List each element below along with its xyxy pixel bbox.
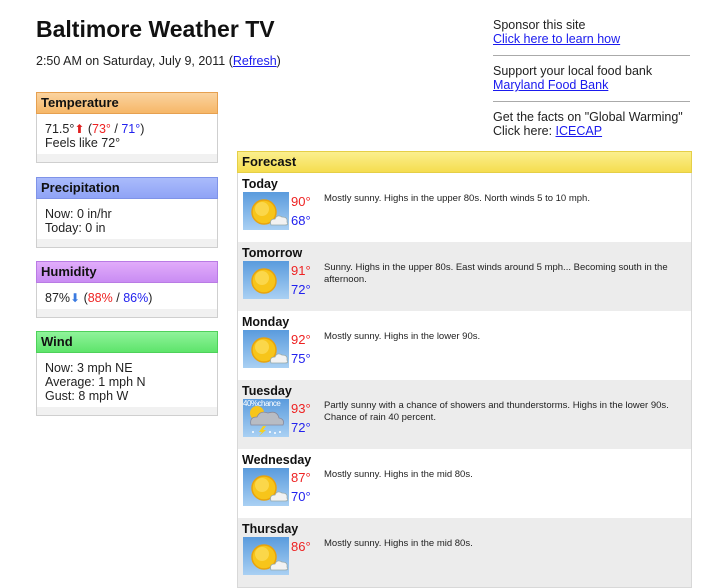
rain-chance-label: 40%chance: [243, 399, 281, 408]
divider: [493, 101, 690, 102]
mostly-sunny-icon: [243, 537, 289, 575]
forecast-title: Forecast: [237, 151, 692, 173]
precipitation-now: Now: 0 in/hr: [45, 207, 112, 221]
timestamp-line: 2:50 AM on Saturday, July 9, 2011 (Refre…: [36, 54, 281, 68]
click-here-text: Click here:: [493, 124, 556, 138]
refresh-link[interactable]: Refresh: [233, 54, 277, 68]
temperature-body: 71.5°⬆ (73° / 71°) Feels like 72°: [37, 114, 217, 162]
food-bank-text: Support your local food bank: [493, 64, 653, 78]
forecast-description: Mostly sunny. Highs in the mid 80s.: [324, 469, 473, 480]
food-bank-link[interactable]: Maryland Food Bank: [493, 78, 608, 92]
forecast-high: 87°: [291, 470, 311, 485]
wind-now: Now: 3 mph NE: [45, 361, 133, 375]
forecast-high: 90°: [291, 194, 311, 209]
arrow-down-icon: ⬇: [70, 291, 81, 305]
forecast-day: Tomorrow: [242, 246, 303, 260]
forecast-low: 68°: [291, 213, 311, 228]
wind-body: Now: 3 mph NE Average: 1 mph N Gust: 8 m…: [37, 353, 217, 415]
forecast-description: Mostly sunny. Highs in the upper 80s. No…: [324, 193, 590, 204]
forecast-high: 93°: [291, 401, 311, 416]
thunderstorm-icon: 40%chance: [243, 399, 289, 437]
timestamp: 2:50 AM on Saturday, July 9, 2011: [36, 54, 226, 68]
forecast-high: 92°: [291, 332, 311, 347]
temperature-low: 71°: [121, 122, 141, 136]
forecast-day: Monday: [242, 315, 290, 329]
sponsor-link[interactable]: Click here to learn how: [493, 32, 620, 46]
page-title: Baltimore Weather TV: [36, 16, 275, 42]
precipitation-today: Today: 0 in: [45, 221, 106, 235]
forecast-row: Today 90° 68° Mostly sunny. Highs in the…: [238, 173, 691, 242]
forecast-high: 86°: [291, 539, 311, 554]
forecast-low: 70°: [291, 489, 311, 504]
humidity-box: Humidity 87%⬇ (88% / 86%): [36, 261, 218, 318]
sponsor-panel: Sponsor this site Click here to learn ho…: [493, 18, 690, 144]
forecast-row: Wednesday 87° 70° Mostly sunny. Highs in…: [238, 449, 691, 518]
precipitation-title: Precipitation: [36, 177, 218, 199]
forecast-high: 91°: [291, 263, 311, 278]
wind-box: Wind Now: 3 mph NE Average: 1 mph N Gust…: [36, 331, 218, 416]
forecast-panel: Forecast Today 90° 68° Mostly sunny. Hig…: [237, 151, 692, 588]
forecast-day: Thursday: [242, 522, 299, 536]
forecast-description: Mostly sunny. Highs in the lower 90s.: [324, 331, 481, 342]
temperature-current: 71.5°: [45, 122, 75, 136]
sunny-icon: [243, 261, 289, 299]
humidity-high: 88%: [87, 291, 113, 305]
forecast-row: Thursday 86° Mostly sunny. Highs in the …: [238, 518, 691, 587]
icecap-link[interactable]: ICECAP: [556, 124, 603, 138]
humidity-low: 86%: [123, 291, 149, 305]
forecast-description: Sunny. Highs in the upper 80s. East wind…: [324, 262, 668, 285]
wind-gust: Gust: 8 mph W: [45, 389, 129, 403]
mostly-sunny-icon: [243, 468, 289, 506]
precipitation-body: Now: 0 in/hr Today: 0 in: [37, 199, 217, 247]
wind-average: Average: 1 mph N: [45, 375, 146, 389]
forecast-day: Today: [242, 177, 278, 191]
mostly-sunny-icon: [243, 192, 289, 230]
global-warming-text: Get the facts on "Global Warming": [493, 110, 683, 124]
wind-title: Wind: [36, 331, 218, 353]
forecast-low: 75°: [291, 351, 311, 366]
humidity-current: 87%: [45, 291, 71, 305]
forecast-day: Wednesday: [242, 453, 312, 467]
forecast-description: Mostly sunny. Highs in the mid 80s.: [324, 538, 473, 549]
forecast-row: Tomorrow 91° 72° Sunny. Highs in the upp…: [238, 242, 691, 311]
mostly-sunny-icon: [243, 330, 289, 368]
forecast-row: Tuesday 40%chance 93° 72° Partly sunny w…: [238, 380, 691, 449]
forecast-description: Partly sunny with a chance of showers an…: [324, 400, 669, 423]
forecast-low: 72°: [291, 282, 311, 297]
temperature-title: Temperature: [36, 92, 218, 114]
precipitation-box: Precipitation Now: 0 in/hr Today: 0 in: [36, 177, 218, 248]
humidity-title: Humidity: [36, 261, 218, 283]
forecast-row: Monday 92° 75° Mostly sunny. Highs in th…: [238, 311, 691, 380]
arrow-up-icon: ⬆: [74, 122, 85, 136]
sponsor-text: Sponsor this site: [493, 18, 586, 32]
temperature-high: 73°: [92, 122, 111, 136]
forecast-low: 72°: [291, 420, 311, 435]
humidity-body: 87%⬇ (88% / 86%): [37, 283, 217, 317]
temperature-box: Temperature 71.5°⬆ (73° / 71°) Feels lik…: [36, 92, 218, 163]
feels-like: Feels like 72°: [45, 136, 121, 150]
divider: [493, 55, 690, 56]
forecast-day: Tuesday: [242, 384, 292, 398]
